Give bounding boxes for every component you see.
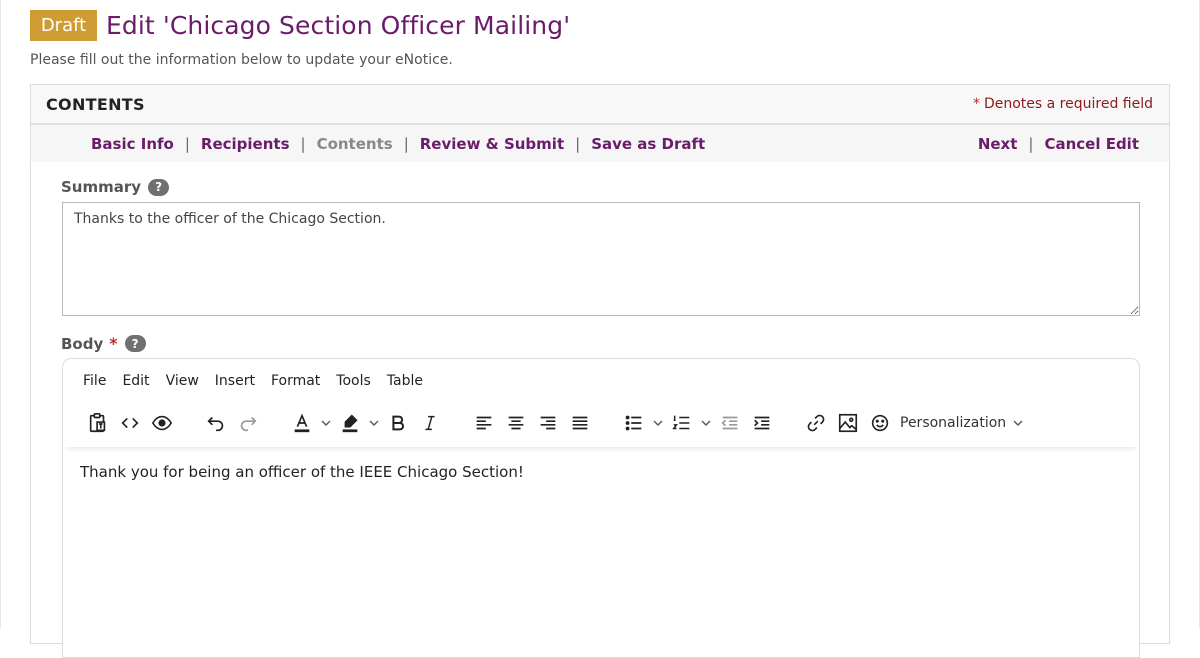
text-color-control[interactable] xyxy=(286,407,334,439)
nav-separator: | xyxy=(575,134,581,153)
bold-icon[interactable] xyxy=(382,407,414,439)
source-code-icon[interactable] xyxy=(114,407,146,439)
chevron-down-icon[interactable] xyxy=(650,407,666,439)
page-subtitle: Please fill out the information below to… xyxy=(30,52,453,68)
personalization-dropdown[interactable]: Personalization xyxy=(900,415,1024,431)
summary-textarea[interactable]: Thanks to the officer of the Chicago Sec… xyxy=(62,202,1140,316)
align-left-icon[interactable] xyxy=(468,407,500,439)
menu-table[interactable]: Table xyxy=(387,373,423,389)
personalization-label: Personalization xyxy=(900,415,1007,431)
italic-icon[interactable] xyxy=(414,407,446,439)
nav-contents-current: Contents xyxy=(316,134,393,153)
step-nav-right: Next | Cancel Edit xyxy=(978,135,1139,153)
step-nav-left: Basic Info | Recipients | Contents | Rev… xyxy=(91,135,705,153)
editor-toolbar: Personalization xyxy=(63,399,1139,447)
text-color-icon[interactable] xyxy=(286,407,318,439)
page-left-border xyxy=(0,0,1,628)
page-title: Edit 'Chicago Section Officer Mailing' xyxy=(106,11,571,40)
nav-separator: | xyxy=(300,134,306,153)
required-field-note: * Denotes a required field xyxy=(973,96,1153,112)
bullet-list-control[interactable] xyxy=(618,407,666,439)
menu-view[interactable]: View xyxy=(166,373,199,389)
align-right-icon[interactable] xyxy=(532,407,564,439)
highlight-color-icon[interactable] xyxy=(334,407,366,439)
menu-file[interactable]: File xyxy=(83,373,106,389)
body-label-text: Body xyxy=(61,334,104,353)
editor-content[interactable]: Thank you for being an officer of the IE… xyxy=(63,447,1139,497)
panel-header: CONTENTS * Denotes a required field xyxy=(31,85,1169,125)
menu-format[interactable]: Format xyxy=(271,373,320,389)
required-note-text: Denotes a required field xyxy=(983,96,1153,112)
preview-eye-icon[interactable] xyxy=(146,407,178,439)
bullet-list-icon[interactable] xyxy=(618,407,650,439)
editor-menubar: File Edit View Insert Format Tools Table xyxy=(63,359,1139,399)
page-header: Draft Edit 'Chicago Section Officer Mail… xyxy=(30,10,570,41)
nav-save-as-draft[interactable]: Save as Draft xyxy=(591,135,705,153)
chevron-down-icon xyxy=(1013,420,1023,426)
nav-separator: | xyxy=(1028,134,1034,153)
rich-text-editor: File Edit View Insert Format Tools Table xyxy=(62,358,1140,658)
panel-title: CONTENTS xyxy=(46,94,145,114)
image-icon[interactable] xyxy=(832,407,864,439)
highlight-color-control[interactable] xyxy=(334,407,382,439)
numbered-list-icon[interactable] xyxy=(666,407,698,439)
paste-text-icon[interactable] xyxy=(82,407,114,439)
nav-cancel-edit[interactable]: Cancel Edit xyxy=(1044,135,1139,153)
required-star: * xyxy=(972,96,980,112)
summary-help-icon[interactable]: ? xyxy=(148,178,170,196)
summary-label-text: Summary xyxy=(61,178,142,196)
undo-icon[interactable] xyxy=(200,407,232,439)
link-icon[interactable] xyxy=(800,407,832,439)
nav-separator: | xyxy=(403,134,409,153)
outdent-icon[interactable] xyxy=(714,407,746,439)
chevron-down-icon[interactable] xyxy=(318,407,334,439)
emoji-icon[interactable] xyxy=(864,407,896,439)
body-required-star: * xyxy=(109,334,118,353)
step-nav-bar: Basic Info | Recipients | Contents | Rev… xyxy=(31,125,1169,162)
summary-label: Summary ? xyxy=(61,178,170,196)
nav-next[interactable]: Next xyxy=(978,135,1018,153)
nav-review-submit[interactable]: Review & Submit xyxy=(420,135,564,153)
numbered-list-control[interactable] xyxy=(666,407,714,439)
menu-edit[interactable]: Edit xyxy=(122,373,149,389)
nav-separator: | xyxy=(184,134,190,153)
body-label: Body * ? xyxy=(61,334,146,353)
chevron-down-icon[interactable] xyxy=(698,407,714,439)
body-help-icon[interactable]: ? xyxy=(124,335,146,352)
menu-insert[interactable]: Insert xyxy=(215,373,255,389)
redo-icon[interactable] xyxy=(232,407,264,439)
chevron-down-icon[interactable] xyxy=(366,407,382,439)
nav-recipients[interactable]: Recipients xyxy=(201,135,290,153)
draft-badge: Draft xyxy=(30,10,97,41)
nav-basic-info[interactable]: Basic Info xyxy=(91,135,174,153)
contents-panel: CONTENTS * Denotes a required field Basic… xyxy=(30,84,1170,658)
indent-icon[interactable] xyxy=(746,407,778,439)
justify-icon[interactable] xyxy=(564,407,596,439)
menu-tools[interactable]: Tools xyxy=(336,373,371,389)
align-center-icon[interactable] xyxy=(500,407,532,439)
